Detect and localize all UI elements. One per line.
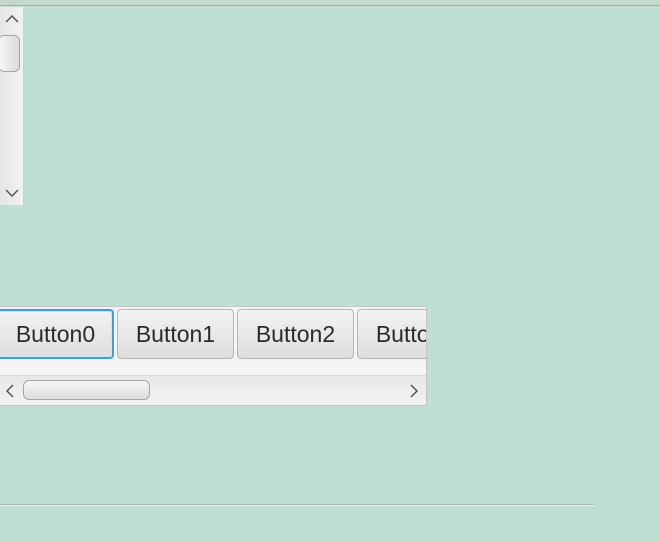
vertical-scrollbar-thumb[interactable] <box>0 35 20 72</box>
horizontal-scrollbar[interactable] <box>0 375 426 405</box>
scroll-pane-viewport: Button0 Button1 Button2 Button3 <box>0 307 426 375</box>
chevron-left-icon[interactable] <box>0 376 20 405</box>
vertical-scrollbar[interactable] <box>0 7 24 205</box>
chevron-down-icon[interactable] <box>0 183 23 203</box>
button-row: Button0 Button1 Button2 Button3 <box>0 309 426 359</box>
horizontal-separator <box>0 504 594 506</box>
button-1[interactable]: Button1 <box>117 309 234 359</box>
button-3[interactable]: Button3 <box>357 309 426 359</box>
button-0[interactable]: Button0 <box>0 309 114 359</box>
top-border <box>0 0 660 6</box>
chevron-up-icon[interactable] <box>0 9 23 29</box>
button-scroll-pane: Button0 Button1 Button2 Button3 <box>0 306 427 406</box>
button-2[interactable]: Button2 <box>237 309 354 359</box>
horizontal-scrollbar-thumb[interactable] <box>23 380 150 400</box>
chevron-right-icon[interactable] <box>404 376 424 405</box>
